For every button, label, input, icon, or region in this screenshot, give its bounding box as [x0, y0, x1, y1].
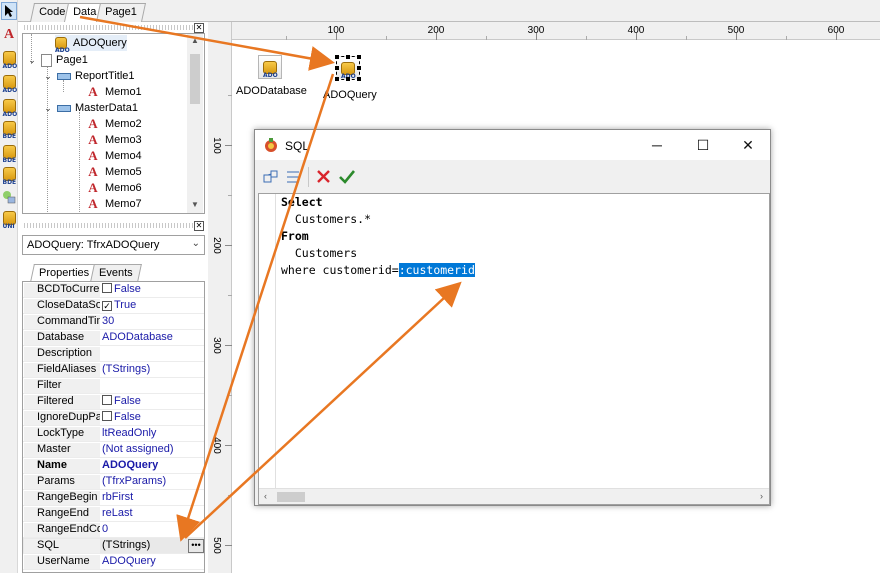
property-row[interactable]: Description — [23, 346, 204, 362]
memo-icon: A — [88, 180, 98, 195]
memo-icon: A — [88, 148, 98, 163]
ok-icon[interactable] — [339, 169, 355, 185]
property-row[interactable]: Params (TfrxParams) — [23, 474, 204, 490]
dialog-title: SQL — [285, 139, 310, 153]
memo-icon: A — [88, 116, 98, 131]
shapes-icon[interactable] — [1, 188, 17, 206]
collapse-icon[interactable]: ⌄ — [27, 55, 37, 66]
sql-line: Customers — [281, 246, 358, 260]
property-row[interactable]: RangeEnd reLast — [23, 506, 204, 522]
cancel-icon[interactable] — [316, 169, 332, 185]
ado-query-component[interactable]: ADO — [335, 55, 361, 81]
selected-text[interactable]: :customerid — [398, 263, 475, 277]
ado-table-icon[interactable]: ADO — [1, 73, 17, 94]
memo-icon: A — [88, 84, 98, 99]
property-row[interactable]: IgnoreDupPa False — [23, 410, 204, 426]
memo-icon: A — [88, 196, 98, 211]
property-row[interactable]: Database ADODatabase — [23, 330, 204, 346]
property-row[interactable]: Filter — [23, 378, 204, 394]
sql-dialog: SQL ─ ☐ ✕ Select Customers.* From Custom… — [254, 129, 771, 506]
designer-tabbar: Code Data Page1 — [18, 0, 880, 22]
chevron-down-icon: ⌄ — [191, 238, 200, 249]
close-icon[interactable]: ✕ — [194, 23, 204, 33]
property-grid: BCDToCurrer False CloseDataSo ✓ True Comman… — [22, 281, 205, 573]
ado-database-label: ADODatabase — [236, 85, 307, 97]
object-selector[interactable]: ADOQuery: TfrxADOQuery ⌄ — [22, 235, 205, 255]
sql-editor[interactable]: Select Customers.* From Customers where … — [258, 193, 770, 505]
property-row[interactable]: Filtered False — [23, 394, 204, 410]
tree-item-reporttitle1[interactable]: ⌄ ReportTitle1 — [43, 68, 134, 84]
sql-line-where: where customerid=:customerid — [281, 263, 475, 277]
memo-icon: A — [88, 164, 98, 179]
bde-query-icon[interactable]: BDE — [1, 165, 17, 186]
property-row[interactable]: BCDToCurrer False — [23, 282, 204, 298]
ado-database-component[interactable]: ADO — [258, 55, 282, 79]
report-tree[interactable]: ADO ADOQuery ⌄ Page1 ⌄ ReportTitle1 A Memo1 … — [22, 33, 205, 214]
close-button[interactable]: ✕ — [725, 130, 771, 160]
property-row-sql[interactable]: SQL (TStrings) ••• — [23, 538, 204, 554]
editor-hscrollbar[interactable]: ‹ › — [259, 488, 769, 504]
checkbox[interactable] — [102, 411, 112, 421]
tree-item-memo2[interactable]: A Memo2 — [85, 116, 141, 132]
property-row[interactable]: RangeBegin rbFirst — [23, 490, 204, 506]
band-icon — [57, 104, 71, 112]
checkbox[interactable] — [102, 283, 112, 293]
dialog-titlebar[interactable]: SQL ─ ☐ ✕ — [255, 130, 770, 160]
tree-item-memo4[interactable]: A Memo4 — [85, 148, 141, 164]
ellipsis-button[interactable]: ••• — [188, 539, 204, 553]
tab-events[interactable]: Events — [90, 264, 142, 282]
sql-line: Customers.* — [281, 212, 372, 226]
band-icon — [57, 72, 71, 80]
dialog-toolbar — [255, 160, 770, 192]
text-memo-icon[interactable]: A — [1, 26, 17, 44]
property-row[interactable]: Master (Not assigned) — [23, 442, 204, 458]
checkbox[interactable]: ✓ — [102, 301, 112, 311]
property-row[interactable]: CommandTim 30 — [23, 314, 204, 330]
app-icon — [265, 138, 277, 152]
tree-scrollbar[interactable]: ▲ ▼ — [187, 34, 203, 213]
collapse-icon[interactable]: ⌄ — [43, 71, 53, 82]
memo-icon: A — [88, 132, 98, 147]
ado-query-icon[interactable]: ADO — [1, 97, 17, 118]
tab-properties[interactable]: Properties — [30, 264, 99, 282]
sql-line: From — [281, 229, 309, 243]
editor-gutter — [259, 194, 276, 489]
component-palette: A ADO ADO ADO BDE BDE BDE UNI — [0, 0, 18, 573]
page-icon — [41, 53, 52, 67]
query-builder-icon[interactable] — [263, 169, 279, 185]
close-icon[interactable]: ✕ — [194, 221, 204, 231]
inspector-tabs: Properties Events — [22, 264, 205, 282]
bde-database-icon[interactable]: BDE — [1, 119, 17, 140]
minimize-button[interactable]: ─ — [634, 130, 680, 160]
tree-item-masterdata1[interactable]: ⌄ MasterData1 — [43, 100, 138, 116]
tree-item-memo3[interactable]: A Memo3 — [85, 132, 141, 148]
property-row[interactable]: UserName ADOQuery — [23, 554, 204, 570]
tree-item-adoquery[interactable]: ADO ADOQuery — [55, 35, 127, 54]
ado-database-icon[interactable]: ADO — [1, 49, 17, 70]
sql-line: Select — [281, 195, 323, 209]
pointer-icon[interactable] — [1, 2, 17, 20]
property-row[interactable]: LockType ltReadOnly — [23, 426, 204, 442]
vertical-ruler: 100 200 300 400 500 — [208, 22, 232, 573]
params-list-icon[interactable] — [285, 169, 301, 185]
ado-query-label: ADOQuery — [323, 89, 377, 101]
tree-item-memo7[interactable]: A Memo7 — [85, 196, 141, 212]
horizontal-ruler: 100 200 300 400 500 600 — [232, 22, 880, 40]
property-row[interactable]: CloseDataSo ✓ True — [23, 298, 204, 314]
tree-item-page1[interactable]: ⌄ Page1 — [27, 52, 88, 68]
checkbox[interactable] — [102, 395, 112, 405]
uni-database-icon[interactable]: UNI — [1, 209, 17, 230]
inspector-splitter[interactable] — [24, 223, 194, 228]
property-row[interactable]: RangeEndCo 0 — [23, 522, 204, 538]
tree-splitter[interactable] — [24, 25, 194, 30]
property-row[interactable]: Name ADOQuery — [23, 458, 204, 474]
tree-item-memo5[interactable]: A Memo5 — [85, 164, 141, 180]
collapse-icon[interactable]: ⌄ — [43, 103, 53, 114]
property-row[interactable]: FieldAliases (TStrings) — [23, 362, 204, 378]
bde-table-icon[interactable]: BDE — [1, 143, 17, 164]
tab-page1[interactable]: Page1 — [95, 3, 146, 22]
tree-item-memo6[interactable]: A Memo6 — [85, 180, 141, 196]
maximize-button[interactable]: ☐ — [680, 130, 726, 160]
tree-item-memo1[interactable]: A Memo1 — [85, 84, 141, 100]
